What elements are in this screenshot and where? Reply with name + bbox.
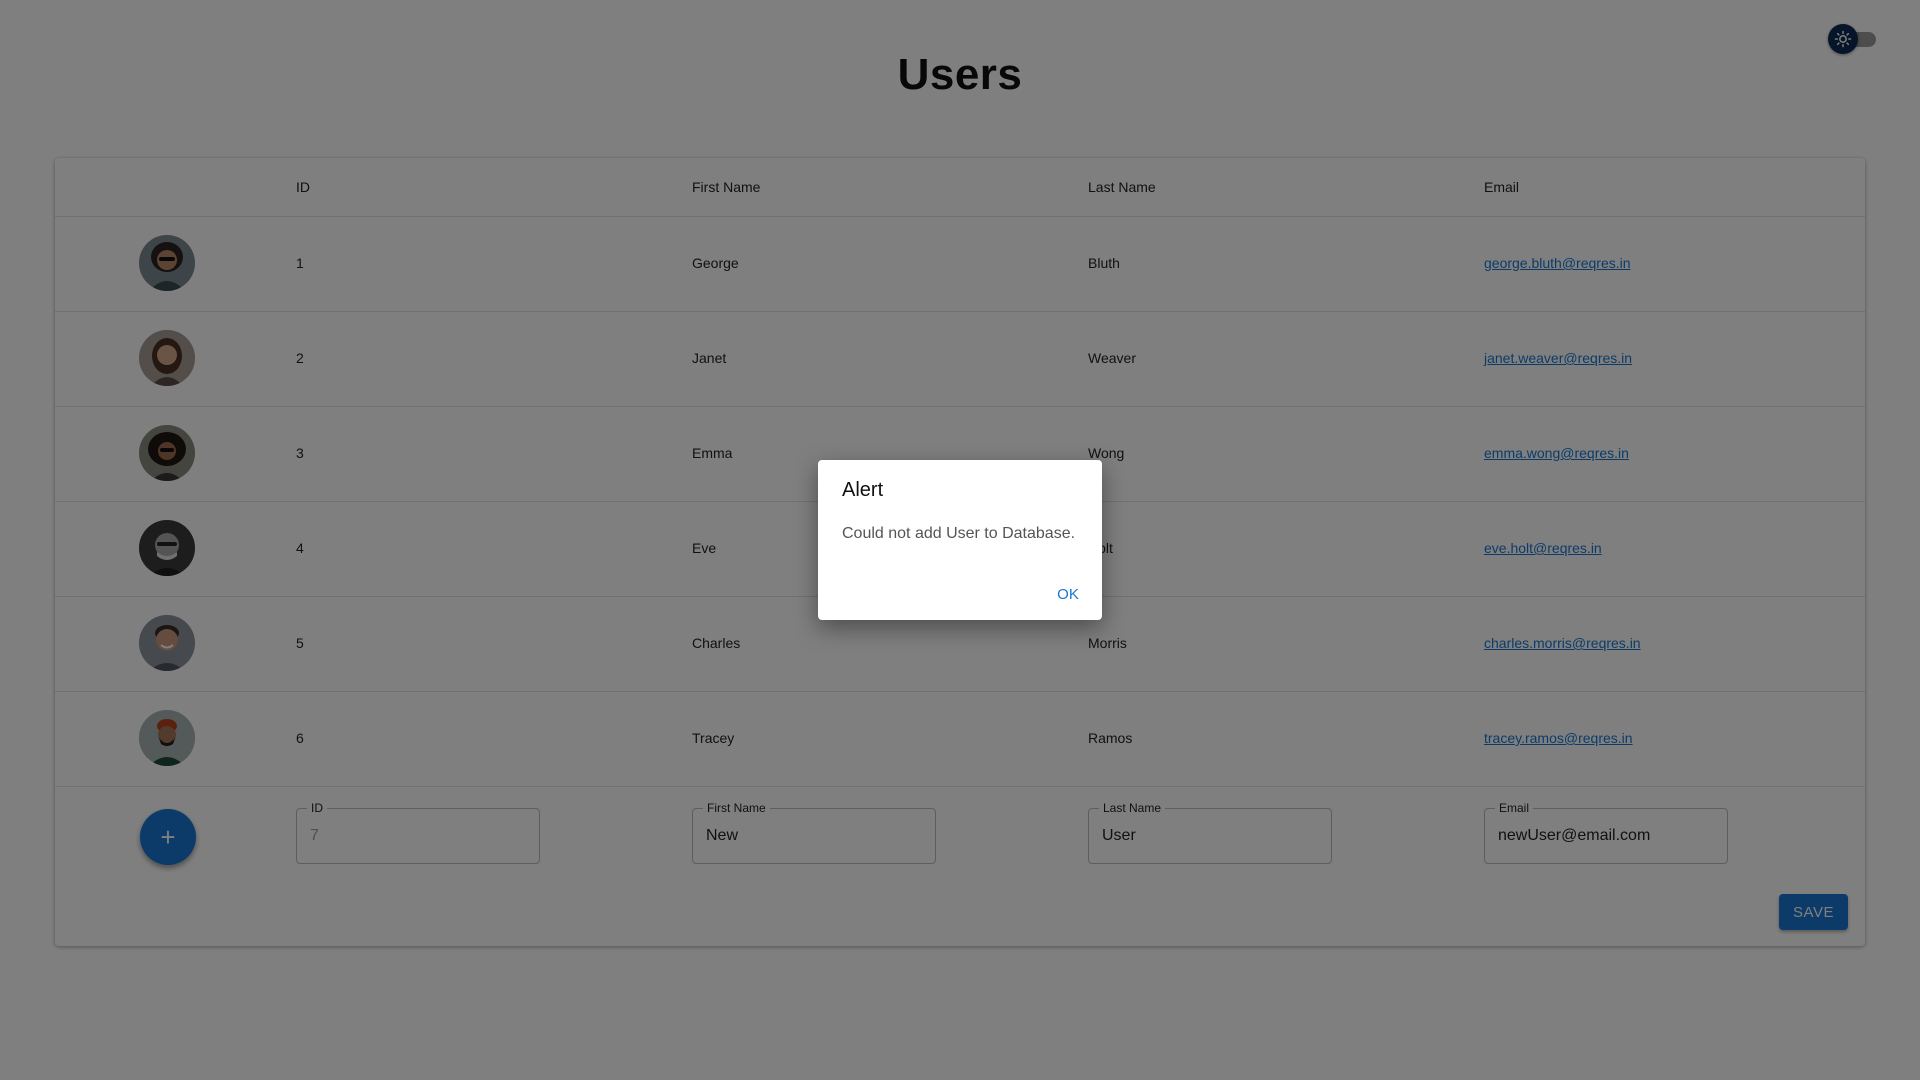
alert-message: Could not add User to Database. <box>842 525 1076 542</box>
alert-dialog: Alert Could not add User to Database. OK <box>818 460 1102 620</box>
ok-button[interactable]: OK <box>1046 580 1090 608</box>
users-page: Users ID First Name Last Name Email 1 Ge… <box>0 0 1920 1080</box>
alert-title: Alert <box>842 479 884 501</box>
